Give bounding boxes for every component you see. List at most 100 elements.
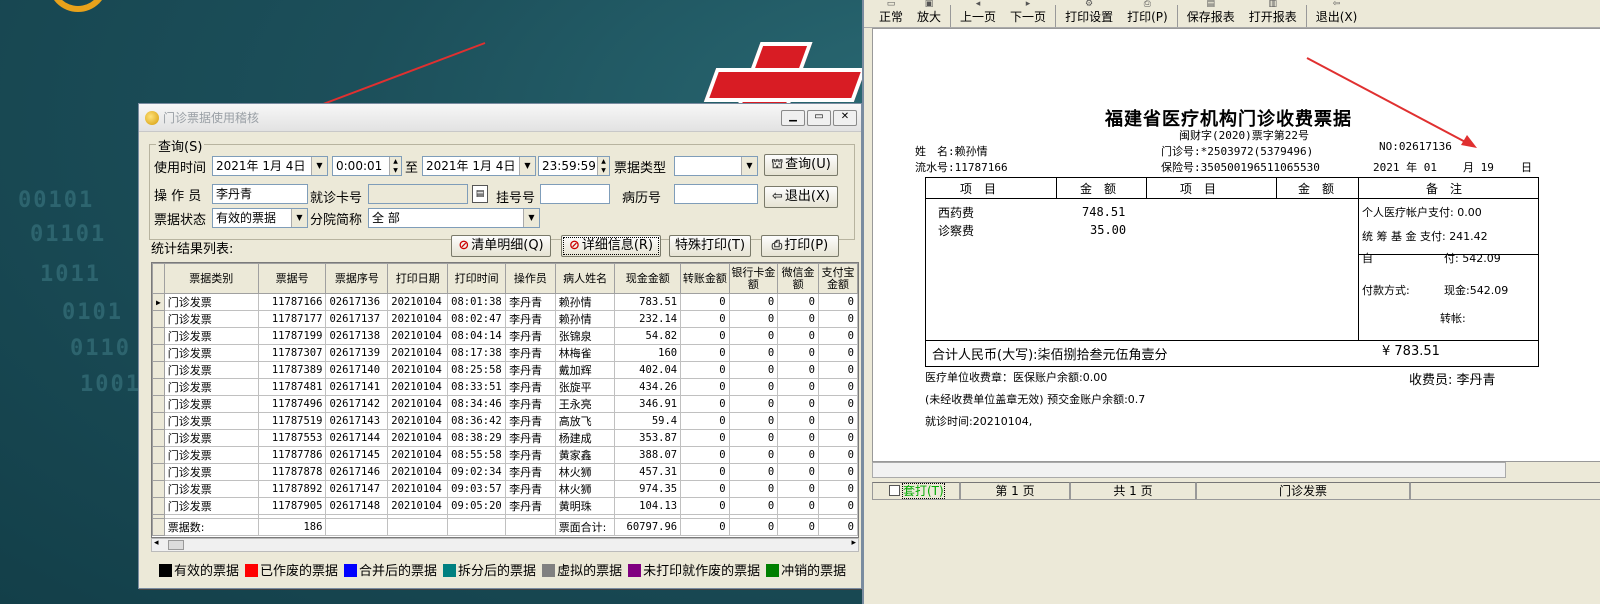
card-no-field[interactable]	[368, 184, 468, 204]
table-cell: 0	[680, 344, 730, 362]
close-icon[interactable]: ✕	[833, 109, 857, 126]
receipt-table: 项 目 金 额 项 目 金 额 备 注 西药费 748.51 诊察费 35.00…	[925, 177, 1539, 367]
print-preview-button[interactable]: ⎙ 打印(P)	[1120, 0, 1175, 27]
chevron-down-icon[interactable]: ▼	[311, 157, 327, 175]
operator-field[interactable]: 李丹青	[212, 184, 308, 204]
table-cell: 0	[728, 480, 779, 498]
result-table[interactable]: 票据类别 票据号 票据序号 打印日期 打印时间 操作员 病人姓名 现金金额 转账金额 银行卡金额微…	[151, 262, 859, 538]
chevron-down-icon[interactable]: ▼	[741, 157, 757, 175]
branch-select[interactable]: 全 部 ▼	[368, 208, 540, 228]
table-row[interactable]: 门诊发票 11787892 02617147 20210104 09:03:57 李丹青林…	[152, 480, 858, 498]
table-row[interactable]: 门诊发票 11787199 02617138 20210104 08:04:14 李丹青张…	[152, 327, 858, 345]
table-cell: 0	[680, 497, 730, 515]
table-row[interactable]: 门诊发票 11787496 02617142 20210104 08:34:46 李丹青王…	[152, 395, 858, 413]
table-row[interactable]: 门诊发票 11787553 02617144 20210104 08:38:29 李丹青杨…	[152, 429, 858, 447]
horizontal-scrollbar[interactable]: ◂ ▸	[151, 538, 859, 552]
column-header[interactable]: 转账金额	[680, 263, 730, 294]
payment-transfer: 转帐:	[1440, 312, 1466, 325]
exit-button[interactable]: ⇦ 退出(X)	[764, 186, 838, 208]
card-reader-icon[interactable]: ▤	[472, 185, 488, 203]
table-row[interactable]: 门诊发票 11787177 02617137 20210104 08:02:47 李丹青赖…	[152, 310, 858, 328]
column-header[interactable]: 打印日期	[387, 263, 449, 294]
table-cell: 门诊发票	[163, 378, 259, 396]
table-cell: 李丹青	[505, 361, 556, 379]
table-row[interactable]: 门诊发票 11787519 02617143 20210104 08:36:42 李丹青高…	[152, 412, 858, 430]
table-cell: 0	[728, 327, 779, 345]
scroll-thumb[interactable]	[168, 540, 184, 550]
receipt-subtitle: 闽财字(2020)票字第22号	[1179, 129, 1309, 142]
open-report-button[interactable]: ▥ 打开报表	[1242, 0, 1304, 27]
ticket-type-select[interactable]: ▼	[674, 156, 758, 176]
preview-horizontal-scrollbar[interactable]	[872, 462, 1506, 478]
minimize-icon[interactable]: ▁	[781, 109, 805, 126]
prev-page-button[interactable]: ◂ 上一页	[953, 0, 1003, 27]
print-button[interactable]: ⎙ 打印(P)	[761, 235, 839, 257]
table-cell: 张旋平	[554, 378, 616, 396]
column-header[interactable]: 票据序号	[325, 263, 389, 294]
window-titlebar[interactable]: 门诊票据使用稽核 ▁ ▭ ✕	[139, 104, 861, 132]
chevron-down-icon[interactable]: ▼	[523, 209, 539, 227]
table-row[interactable]: 门诊发票 11787389 02617140 20210104 08:25:58 李丹青戴…	[152, 361, 858, 379]
row-indicator	[152, 361, 165, 379]
preview-exit-button[interactable]: ⇦ 退出(X)	[1309, 0, 1365, 27]
spinner-icon[interactable]: ▲ ▼	[597, 157, 609, 175]
table-cell: 李丹青	[505, 412, 556, 430]
chevron-down-icon[interactable]: ▼	[291, 209, 307, 227]
table-cell: 0	[777, 429, 819, 447]
spinner-icon[interactable]: ▲ ▼	[389, 157, 401, 175]
checkbox-icon[interactable]	[889, 485, 900, 496]
clear-list-button[interactable]: ⊘ 清单明细(Q)	[451, 235, 551, 257]
column-header[interactable]: 支付宝金额	[817, 263, 858, 294]
binary-decoration: 0101	[62, 300, 123, 325]
special-print-button[interactable]: 特殊打印(T)	[669, 235, 751, 257]
table-cell: 林梅雀	[554, 344, 616, 362]
column-header[interactable]: 微信金额	[777, 263, 819, 294]
table-row[interactable]: 门诊发票 11787905 02617148 20210104 09:05:20 李丹青黄…	[152, 497, 858, 515]
table-cell: 232.14	[614, 310, 682, 328]
detail-info-button[interactable]: ⊘ 详细信息(R)	[561, 235, 661, 257]
table-row[interactable]: 门诊发票 11787878 02617146 20210104 09:02:34 李丹青林…	[152, 463, 858, 481]
column-header[interactable]: 票据号	[257, 263, 327, 294]
overlay-print-checkbox[interactable]: 套打(T)	[872, 482, 960, 500]
time-from-field[interactable]: 0:00:01 ▲ ▼	[332, 156, 402, 176]
date-to-field[interactable]: 2021年 1月 4日 ▼	[422, 156, 536, 176]
normal-button[interactable]: ▭ 正常	[872, 0, 910, 27]
next-page-button[interactable]: ▸ 下一页	[1003, 0, 1053, 27]
table-row[interactable]: 门诊发票 11787481 02617141 20210104 08:33:51 李丹青张…	[152, 378, 858, 396]
column-header[interactable]: 病人姓名	[554, 263, 616, 294]
date-from-field[interactable]: 2021年 1月 4日 ▼	[212, 156, 328, 176]
column-header[interactable]: 银行卡金额	[728, 263, 779, 294]
reg-no-field[interactable]	[540, 184, 610, 204]
chevron-down-icon[interactable]: ▼	[519, 157, 535, 175]
table-row[interactable]: 门诊发票 11787307 02617139 20210104 08:17:38 李丹青林…	[152, 344, 858, 362]
column-header[interactable]: 操作员	[505, 263, 556, 294]
table-row[interactable]: ▶ 门诊发票 11787166 02617136 20210104 08:01:38 李丹青…	[152, 293, 858, 311]
page-indicator: 第 1 页	[960, 482, 1070, 500]
scroll-left-icon[interactable]: ◂	[154, 538, 159, 548]
save-report-button[interactable]: ▤ 保存报表	[1180, 0, 1242, 27]
column-header[interactable]: 票据类别	[163, 263, 259, 294]
column-header[interactable]: 打印时间	[447, 263, 507, 294]
table-cell: 李丹青	[505, 378, 556, 396]
print-setup-button[interactable]: ⚙ 打印设置	[1058, 0, 1120, 27]
table-cell: 0	[728, 395, 779, 413]
query-button[interactable]: ⛫ 查询(U)	[764, 154, 838, 176]
table-row[interactable]: 门诊发票 11787786 02617145 20210104 08:55:58 李丹青黄…	[152, 446, 858, 464]
column-header[interactable]: 现金金额	[614, 263, 682, 294]
summary-cell: 186	[257, 518, 327, 536]
folder-icon: ▥	[1268, 0, 1277, 9]
ticket-status-select[interactable]: 有效的票据 ▼	[212, 208, 308, 228]
table-cell: 黄明珠	[554, 497, 616, 515]
zoom-button[interactable]: ▣ 放大	[910, 0, 948, 27]
exit-door-icon: ⇦	[772, 189, 783, 204]
record-no-field[interactable]	[674, 184, 758, 204]
table-cell: 0	[680, 446, 730, 464]
time-to-field[interactable]: 23:59:59 ▲ ▼	[538, 156, 610, 176]
item-name: 诊察费	[938, 224, 975, 238]
table-cell: 0	[817, 463, 858, 481]
maximize-icon[interactable]: ▭	[807, 109, 831, 126]
scroll-right-icon[interactable]: ▸	[851, 538, 856, 548]
ticket-status-label: 票据状态	[154, 213, 207, 228]
remark-line: 个人医疗帐户支付: 0.00	[1362, 206, 1482, 219]
table-cell: 门诊发票	[163, 463, 259, 481]
